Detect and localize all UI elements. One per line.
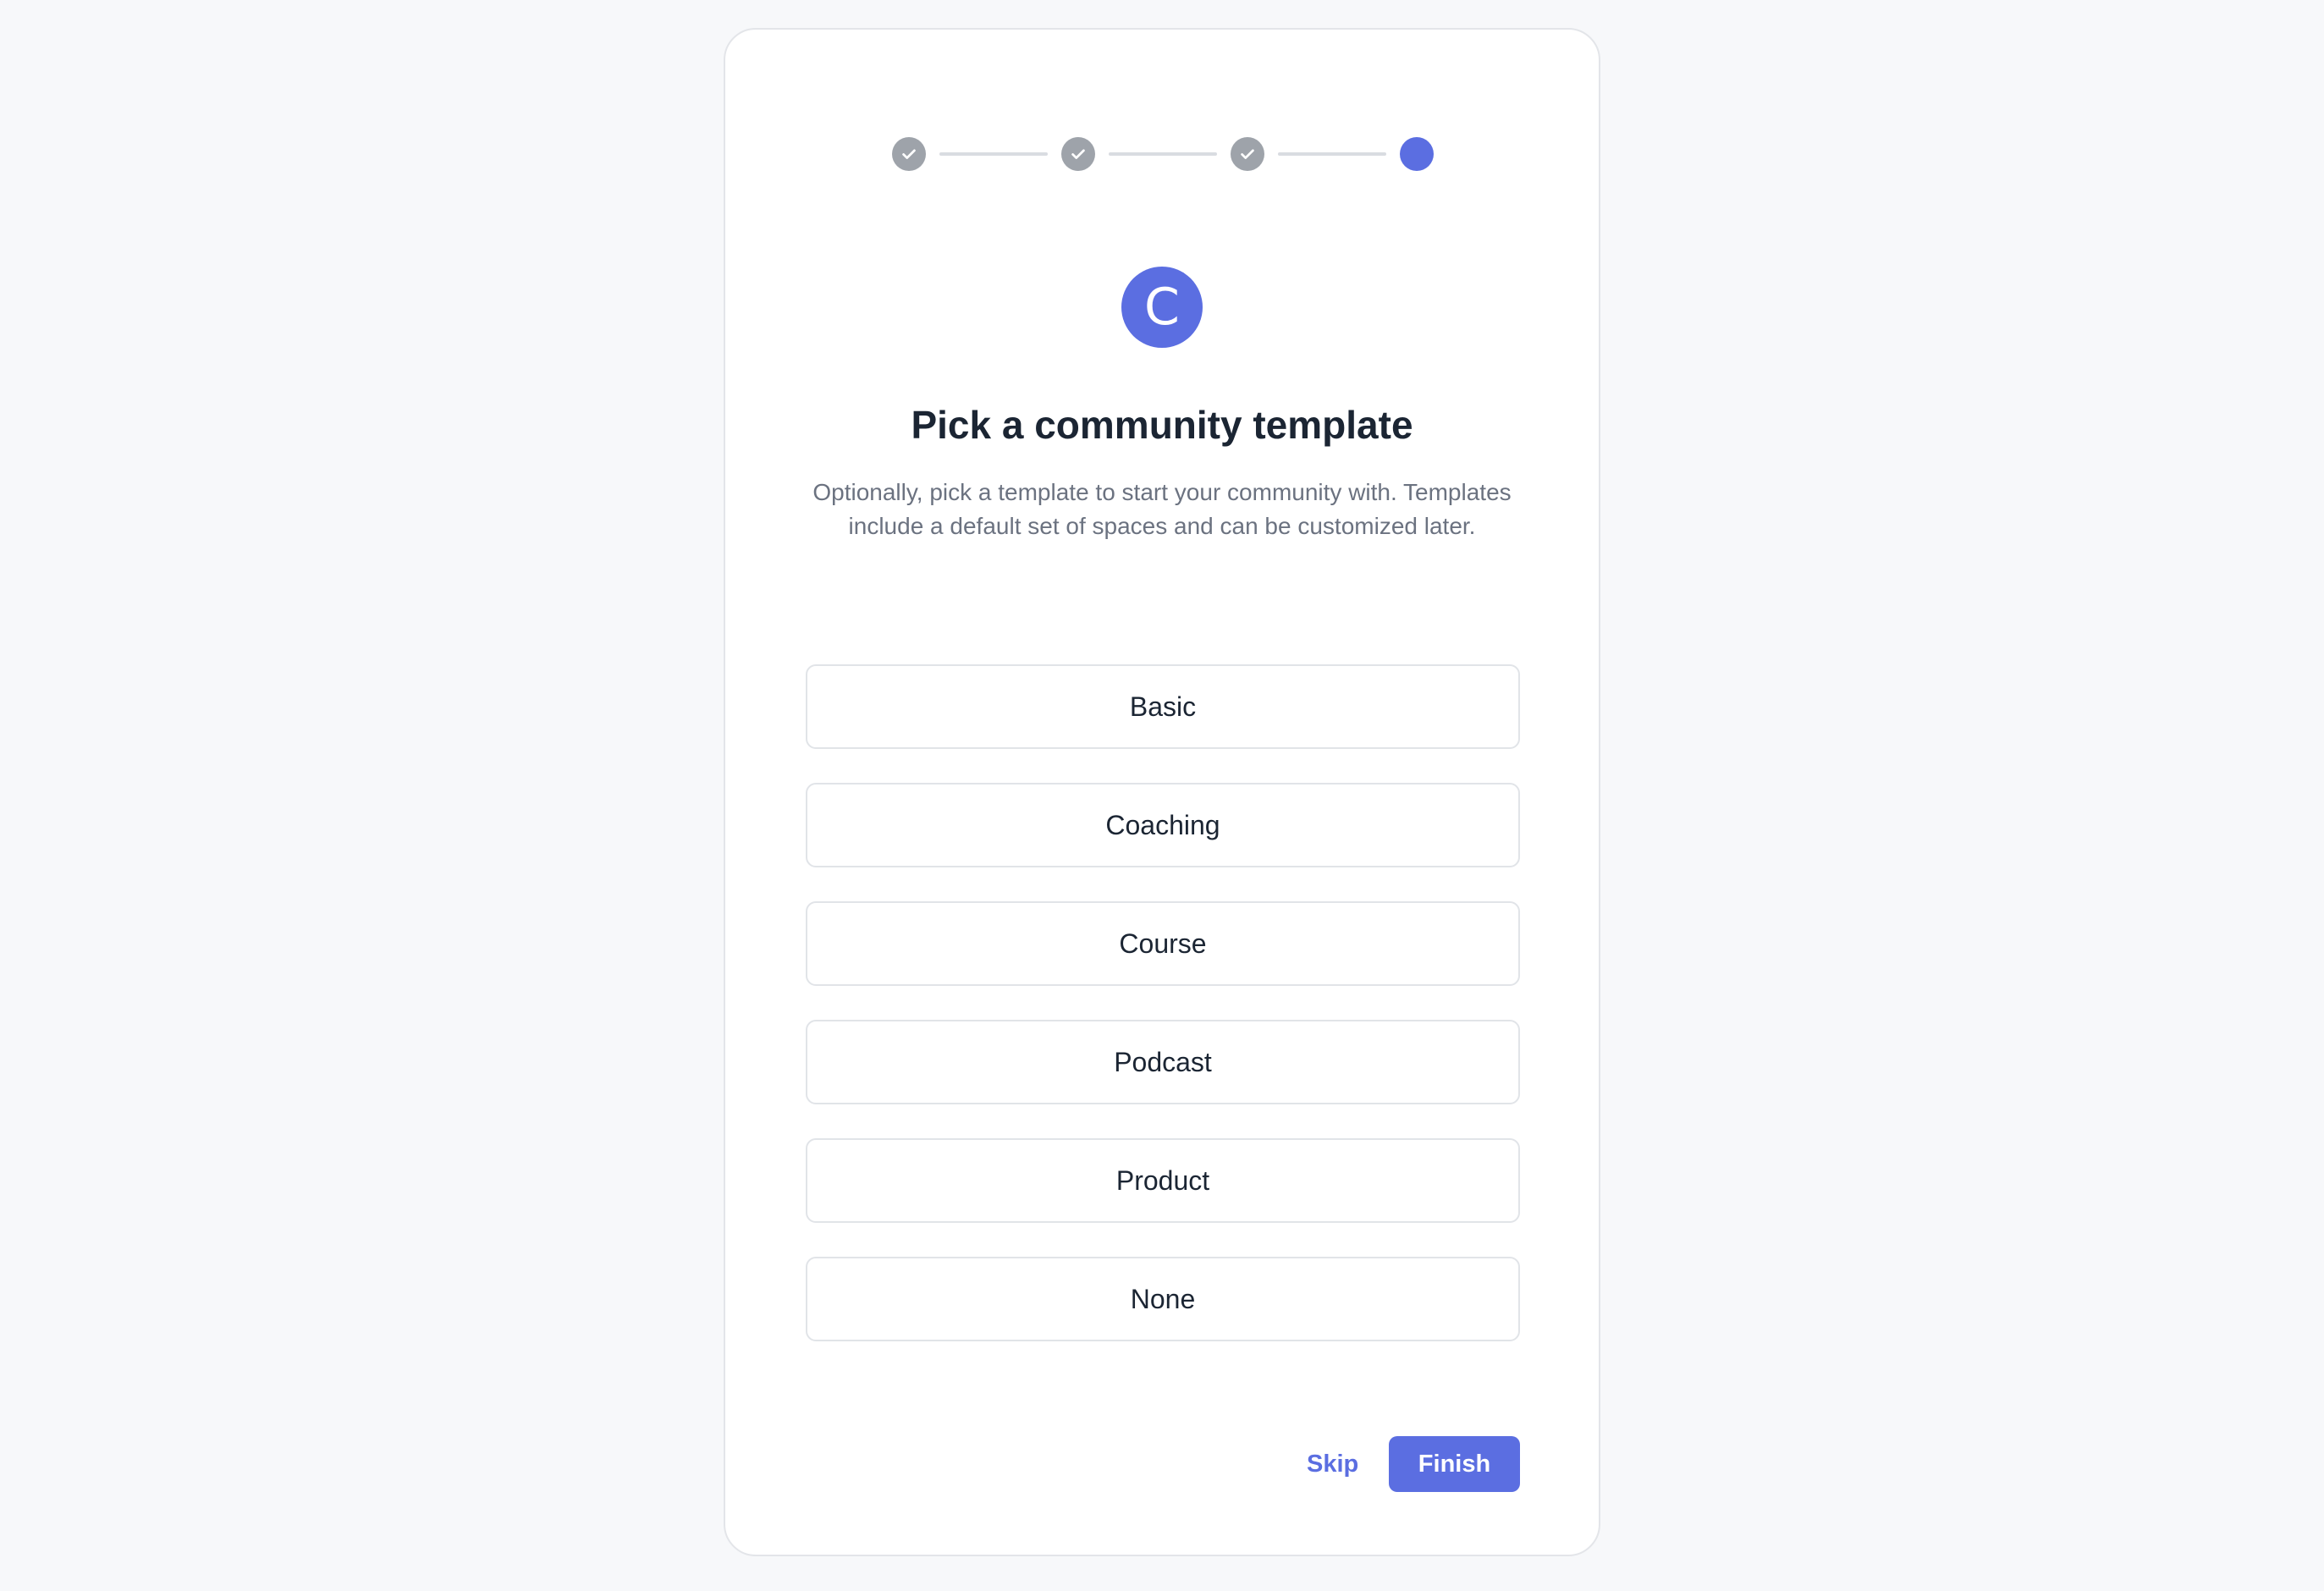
template-option-product[interactable]: Product — [806, 1138, 1520, 1223]
community-logo-avatar: C — [1121, 267, 1203, 348]
template-option-label: Coaching — [1105, 809, 1220, 840]
page-subtitle: Optionally, pick a template to start you… — [812, 479, 1512, 539]
step-connector — [1109, 152, 1217, 156]
template-option-label: Podcast — [1114, 1046, 1212, 1077]
check-icon — [902, 149, 916, 159]
template-option-coaching[interactable]: Coaching — [806, 783, 1520, 867]
template-option-label: None — [1130, 1283, 1196, 1314]
template-option-none[interactable]: None — [806, 1257, 1520, 1341]
step-2-complete — [1061, 137, 1095, 171]
step-4-current — [1400, 137, 1434, 171]
page-title: Pick a community template — [911, 403, 1413, 447]
logo-letter: C — [1144, 278, 1180, 337]
skip-button[interactable]: Skip — [1307, 1436, 1358, 1492]
template-option-course[interactable]: Course — [806, 901, 1520, 986]
step-1-complete — [892, 137, 926, 171]
template-option-label: Basic — [1129, 691, 1197, 722]
step-3-complete — [1231, 137, 1264, 171]
template-options-list: Basic Coaching Course Podcast Product No… — [806, 664, 1520, 1375]
template-option-podcast[interactable]: Podcast — [806, 1020, 1520, 1104]
check-icon — [1071, 149, 1085, 159]
template-option-label: Product — [1115, 1164, 1210, 1196]
step-connector — [1278, 152, 1386, 156]
check-icon — [1241, 149, 1254, 159]
template-option-label: Course — [1119, 928, 1207, 959]
step-connector — [939, 152, 1048, 156]
template-option-basic[interactable]: Basic — [806, 664, 1520, 749]
finish-button[interactable]: Finish — [1389, 1436, 1520, 1492]
